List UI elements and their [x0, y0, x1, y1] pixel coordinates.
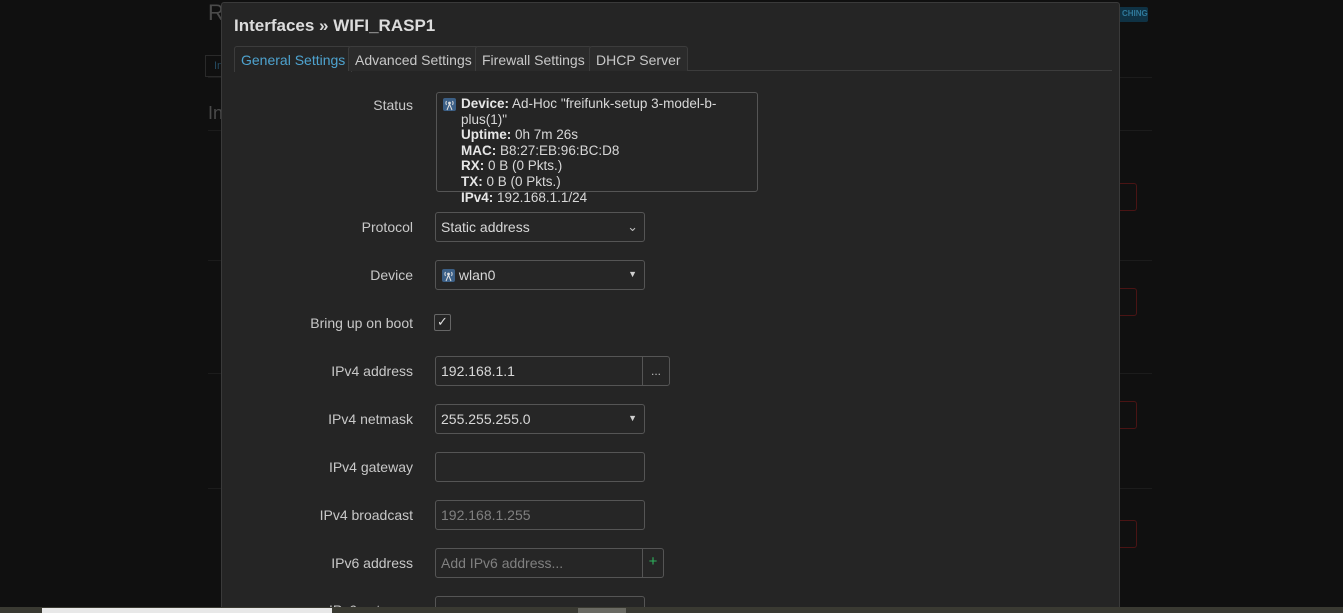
- ipv4-address-value: 192.168.1.1: [441, 363, 515, 379]
- status-mac-value: B8:27:EB:96:BC:D8: [500, 142, 620, 158]
- dropdown-triangle-icon: ▼: [628, 413, 637, 423]
- device-label: Device: [370, 267, 413, 283]
- bring-up-on-boot-label: Bring up on boot: [310, 315, 413, 331]
- protocol-select-value: Static address: [441, 219, 530, 235]
- wireless-icon: [442, 269, 455, 282]
- dropdown-triangle-icon: ▼: [628, 269, 637, 279]
- scrollbar-thumb[interactable]: [578, 608, 626, 613]
- wireless-icon: [443, 98, 456, 111]
- ipv4-gateway-input[interactable]: [435, 452, 645, 482]
- bring-up-on-boot-checkbox[interactable]: ✓: [434, 314, 451, 331]
- status-ipv4-line: IPv4: 192.168.1.1/24: [461, 189, 588, 205]
- ipv4-address-more-button[interactable]: ...: [642, 356, 670, 386]
- ipv6-address-add-button[interactable]: +: [642, 548, 664, 578]
- protocol-label: Protocol: [361, 219, 413, 235]
- status-device-line: Device: Ad-Hoc "freifunk-setup 3-model-b…: [461, 96, 717, 127]
- status-tx-line: TX: 0 B (0 Pkts.): [461, 173, 561, 189]
- status-rx-line: RX: 0 B (0 Pkts.): [461, 158, 563, 174]
- ipv4-broadcast-placeholder: 192.168.1.255: [441, 507, 531, 523]
- modal-title: Interfaces » WIFI_RASP1: [234, 16, 436, 35]
- ipv6-address-label: IPv6 address: [331, 555, 413, 571]
- bottom-scrollbar[interactable]: [0, 607, 1343, 613]
- protocol-select[interactable]: Static address ⌄: [435, 212, 645, 242]
- tab-advanced-settings[interactable]: Advanced Settings: [348, 46, 479, 71]
- status-rx-value: 0 B (0 Pkts.): [488, 158, 563, 174]
- ipv4-address-label: IPv4 address: [331, 363, 413, 379]
- ipv4-netmask-select[interactable]: 255.255.255.0 ▼: [435, 404, 645, 434]
- ipv4-address-input[interactable]: 192.168.1.1: [435, 356, 643, 386]
- tab-general-settings[interactable]: General Settings: [234, 46, 353, 72]
- ipv4-broadcast-input[interactable]: 192.168.1.255: [435, 500, 645, 530]
- ipv4-broadcast-label: IPv4 broadcast: [319, 507, 413, 523]
- ipv6-address-input[interactable]: Add IPv6 address...: [435, 548, 643, 578]
- ipv4-gateway-label: IPv4 gateway: [328, 459, 413, 475]
- status-uptime-line: Uptime: 0h 7m 26s: [461, 127, 579, 143]
- status-ipv4-value: 192.168.1.1/24: [497, 189, 588, 205]
- status-mac-line: MAC: B8:27:EB:96:BC:D8: [461, 142, 620, 158]
- ipv6-address-placeholder: Add IPv6 address...: [441, 555, 564, 571]
- tab-bar: General Settings Advanced Settings Firew…: [234, 46, 1112, 72]
- device-select[interactable]: wlan0 ▼: [435, 260, 645, 290]
- status-tx-value: 0 B (0 Pkts.): [486, 173, 561, 189]
- device-select-value: wlan0: [458, 267, 496, 283]
- interface-edit-modal: Interfaces » WIFI_RASP1 General Settings…: [221, 2, 1120, 613]
- ipv4-netmask-value: 255.255.255.0: [441, 411, 531, 427]
- chevron-down-icon: ⌄: [627, 219, 638, 234]
- tab-firewall-settings[interactable]: Firewall Settings: [475, 46, 592, 71]
- status-uptime-value: 0h 7m 26s: [515, 127, 579, 143]
- status-box: Device: Ad-Hoc "freifunk-setup 3-model-b…: [436, 92, 758, 205]
- tab-dhcp-server[interactable]: DHCP Server: [589, 46, 688, 71]
- checkmark-icon: ✓: [437, 314, 448, 329]
- status-label: Status: [373, 97, 413, 113]
- ipv4-netmask-label: IPv4 netmask: [328, 411, 413, 427]
- bottom-bar-segment: [42, 608, 332, 613]
